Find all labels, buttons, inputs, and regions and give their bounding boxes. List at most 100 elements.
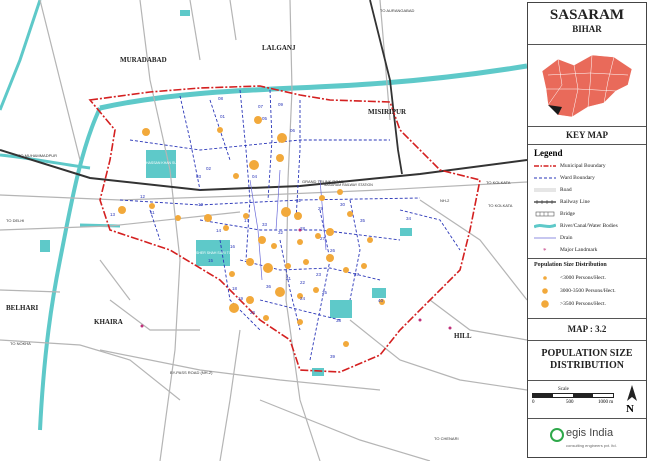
legend-block: Legend Municipal Boundary Ward Boundary … <box>528 145 646 319</box>
legend-item-ward: Ward Boundary <box>534 173 595 183</box>
map-title-block: POPULATION SIZE DISTRIBUTION <box>528 341 646 381</box>
population-marker <box>258 236 266 244</box>
legend-label: Railway Line <box>560 199 590 205</box>
legend-item-water: River/Canal/Water Bodies <box>534 221 618 231</box>
legend-item-municipal: Municipal Boundary <box>534 161 606 171</box>
scale-tick-1000: 1000 m <box>598 400 614 405</box>
legend-label: Bridge <box>560 211 575 217</box>
population-marker <box>275 287 285 297</box>
legend-label: >3500 Persons/Hect. <box>560 301 606 307</box>
place-muradabad: MURADABAD <box>120 56 167 64</box>
legend-panel: SASARAM BIHAR KEY MAP Legend Municipal B… <box>527 2 647 458</box>
ward-number-label: 33 <box>262 222 268 227</box>
legend-item-landmark: * Major Landmark <box>534 245 597 255</box>
place-misiripur: MISIRIPUR <box>368 108 407 116</box>
title-block: SASARAM BIHAR <box>528 3 646 45</box>
map-title-line2: DISTRIBUTION <box>550 360 624 371</box>
label-nh2: NH-2 <box>440 198 450 203</box>
scale-label: Scale <box>558 387 569 392</box>
egis-logo-icon <box>550 428 564 442</box>
population-marker <box>233 173 239 179</box>
legend-label: Drain <box>560 235 573 241</box>
medium-circle-icon <box>542 288 548 294</box>
population-marker <box>297 319 303 325</box>
legend-item-bridge: Bridge <box>534 209 575 219</box>
logo-tagline: consulting engineers pvt. ltd. <box>566 443 617 448</box>
legend-label: <3000 Persons/Hect. <box>560 275 606 281</box>
population-marker <box>246 296 254 304</box>
place-hill: HILL <box>454 332 472 340</box>
population-marker <box>175 215 181 221</box>
landmark-marker <box>418 318 422 322</box>
label-to-delhi: TO DELHI <box>6 218 24 223</box>
ward-boundary-icon <box>534 177 556 179</box>
key-map-title-block: KEY MAP <box>528 127 646 145</box>
ward-number-label: 15 <box>208 258 214 263</box>
scale-block: Scale 0 500 1000 m N <box>528 381 646 419</box>
label-to-kolkata-2: TO KOLKATA <box>488 203 513 208</box>
landmark-icon: * <box>543 247 547 254</box>
ward-number-label: 17 <box>244 218 250 223</box>
label-sher-shah-tomb: SHER SHAH SURI TOMB <box>196 251 237 255</box>
ward-number-label: 29 <box>318 206 324 211</box>
legend-label: Road <box>560 187 572 193</box>
city-title: SASARAM <box>549 7 625 23</box>
label-railway-station: SASARAM RAILWAY STATION <box>324 183 373 187</box>
population-marker <box>217 127 223 133</box>
drain-icon <box>534 237 556 239</box>
ward-number-label: 23 <box>316 272 322 277</box>
ward-number-label: 22 <box>300 280 306 285</box>
map-background <box>0 0 527 461</box>
legend-label: River/Canal/Water Bodies <box>560 223 618 229</box>
population-marker <box>142 128 150 136</box>
population-marker <box>281 207 291 217</box>
population-marker <box>337 189 343 195</box>
legend-item-pop-large: >3500 Persons/Hect. <box>534 299 606 309</box>
ward-number-label: 10 <box>198 202 204 207</box>
map-number: MAP : 3.2 <box>567 324 607 334</box>
ward-number-label: 14 <box>216 228 222 233</box>
population-marker <box>326 254 334 262</box>
pond-4 <box>400 228 412 236</box>
ward-number-label: 24 <box>300 296 306 301</box>
key-map-graphic <box>541 54 633 118</box>
ward-number-label: 21 <box>286 276 292 281</box>
population-marker <box>118 206 126 214</box>
label-to-kolkata-1: TO KOLKATA <box>486 180 511 185</box>
population-marker <box>294 212 302 220</box>
ward-number-label: 04 <box>252 174 258 179</box>
ward-number-label: 39 <box>330 354 336 359</box>
scale-tick-0: 0 <box>532 400 535 405</box>
population-marker <box>326 228 334 236</box>
ward-number-label: 28 <box>300 226 306 231</box>
legend-label: 3000-3500 Persons/Hect. <box>560 288 616 294</box>
landmark-marker <box>140 324 144 328</box>
key-map-block <box>528 45 646 127</box>
water-body-east <box>330 300 352 318</box>
city-map: MURADABAD LALGANJ MISIRIPUR BELHARI KHAI… <box>0 0 527 461</box>
north-label: N <box>626 403 634 415</box>
ward-number-label: 03 <box>196 174 202 179</box>
population-marker <box>347 211 353 217</box>
ward-number-label: 08 <box>218 96 224 101</box>
label-bypass: BY-PASS ROAD (NH-2) <box>170 370 213 375</box>
large-circle-icon <box>541 300 549 308</box>
legend-item-pop-small: <3000 Persons/Hect. <box>534 273 606 283</box>
ward-number-label: 12 <box>140 194 146 199</box>
population-marker <box>285 263 291 269</box>
railway-icon <box>534 200 556 204</box>
legend-heading: Legend <box>534 148 563 158</box>
ward-number-label: 25 <box>322 290 328 295</box>
ward-number-label: 26 <box>330 248 336 253</box>
legend-item-drain: Drain <box>534 233 573 243</box>
legend-item-road: Road <box>534 185 572 195</box>
pond-5 <box>180 10 190 16</box>
scale-bar <box>532 393 614 398</box>
ward-number-label: 09 <box>278 102 284 107</box>
label-hassan-khan-tomb: HASSAN KHAN SURI TOMB <box>146 161 192 165</box>
population-marker <box>271 243 277 249</box>
ward-number-label: 38 <box>336 318 342 323</box>
ward-number-label: 01 <box>220 114 226 119</box>
ward-number-label: 19 <box>238 296 244 301</box>
place-lalganj: LALGANJ <box>262 44 296 52</box>
